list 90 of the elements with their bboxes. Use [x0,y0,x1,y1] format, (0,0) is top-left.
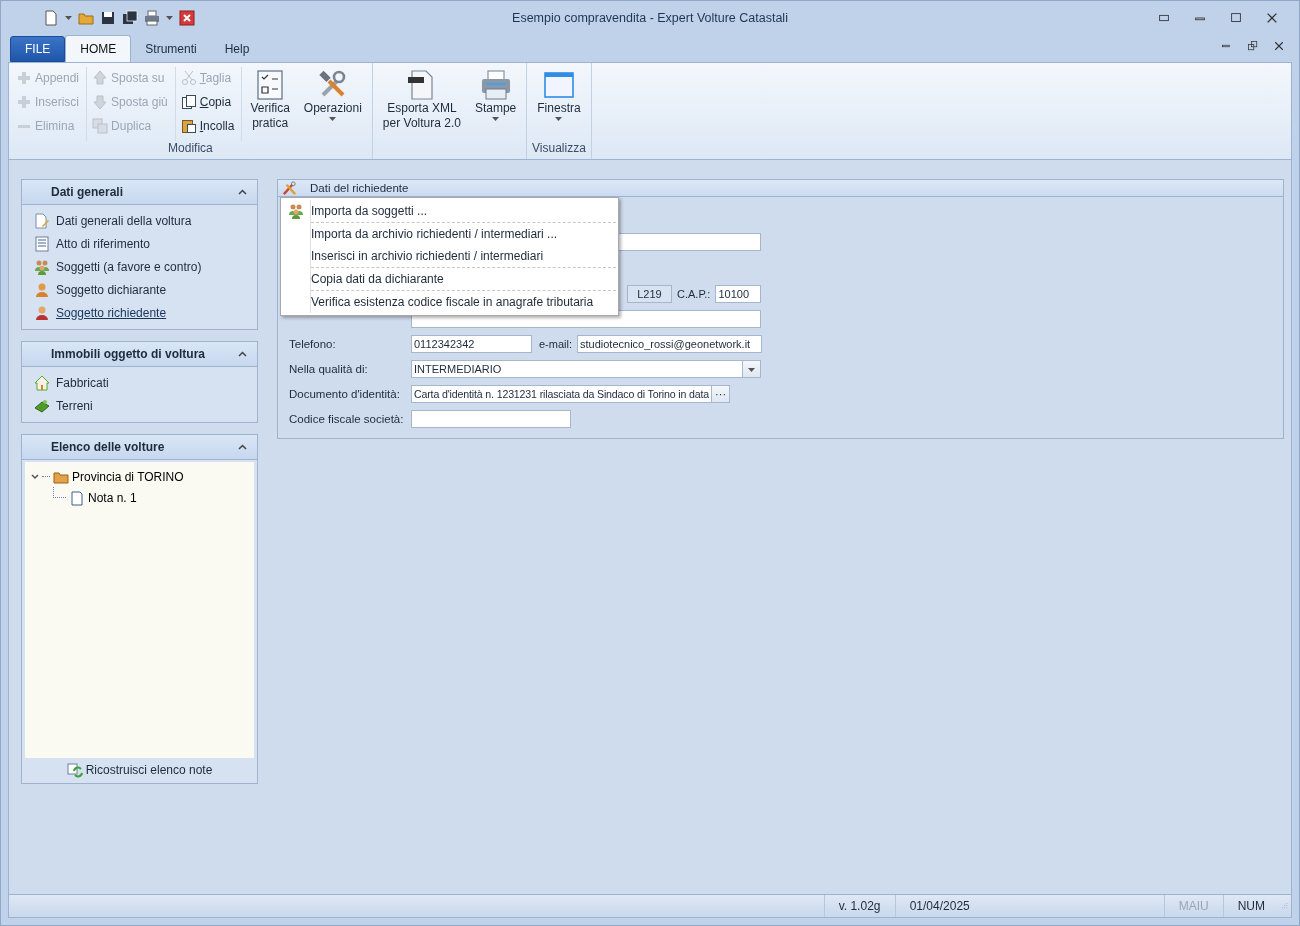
chevron-icon[interactable] [238,351,247,357]
tools-icon [281,180,298,196]
panel-header[interactable]: Dati generali [22,180,257,205]
menu-item[interactable]: Copia dati da dichiarante [281,268,618,290]
window-icon [542,69,575,101]
dropdown-arrow-icon [65,16,72,20]
input-field[interactable] [411,410,571,428]
status-text: 01/04/2025 [894,895,1004,917]
chevron-icon[interactable] [238,189,247,195]
land-icon [34,398,50,414]
save-all-icon [122,9,138,26]
status-text: NUM [1222,895,1279,917]
group-label: Modifica [167,141,214,157]
panel-header[interactable]: Elenco delle volture [22,435,257,460]
field-label: e-mail: [539,338,572,350]
new-file-icon [43,9,59,26]
duplicate-icon [92,118,109,134]
plus-icon [16,70,32,86]
document-icon [34,236,50,252]
ribbon-large-button[interactable]: Verifica pratica [244,67,296,141]
ribbon-tab[interactable]: Help [210,36,264,62]
paste-icon [180,118,197,134]
expander-icon[interactable] [31,473,39,480]
dropdown-arrow-icon [166,16,173,20]
status-text: MAIU [1163,895,1223,917]
person-icon [34,282,50,298]
plus-icon [16,94,32,110]
code-box: L219 [627,285,672,303]
field-label: Codice fiscale società: [289,413,405,425]
input-field[interactable]: Carta d'identità n. 1231231 rilasciata da Sindaco di Torino in data ··· [411,385,731,403]
maximize-icon [1229,10,1243,25]
rebuild-button[interactable]: Ricostruisci elenco note [66,759,213,781]
save-icon [100,9,116,26]
dropdown-arrow-icon [492,117,500,121]
ribbon-button[interactable]: Copia [177,91,238,113]
close-icon [179,9,195,26]
scissors-icon [180,70,197,86]
input-field[interactable]: 0112342342 [411,335,532,353]
sidebar-link[interactable]: Soggetti (a favore e contro) [34,258,257,276]
close-icon [1273,40,1285,52]
ribbon-large-button[interactable]: Finestra [531,67,587,141]
dropdown-arrow-icon [329,117,337,121]
field-label: Telefono: [289,338,337,350]
person-icon [34,305,50,321]
chevron-icon[interactable] [238,444,247,450]
ribbon-tab[interactable]: HOME [65,35,132,62]
sidebar-link[interactable]: Terreni [34,397,257,415]
input-field[interactable]: 10100 [715,285,762,303]
group-label: Visualizza [531,141,587,157]
tree-node[interactable]: Provincia di TORINO [31,466,254,487]
field-label: C.A.P.: [677,288,711,300]
field-label: Nella qualità di: [289,363,369,375]
ribbon-large-button[interactable]: Esporta XML per Voltura 2.0 [376,67,467,159]
sidebar-link[interactable]: Dati generali della voltura [34,212,257,230]
sidebar-link[interactable]: Fabbricati [34,374,257,392]
arrow-down-icon [92,94,109,110]
dropdown-arrow-icon [555,117,563,121]
document-edit-icon [34,213,50,229]
browse-button[interactable]: ··· [711,386,730,402]
people-icon [34,259,50,275]
panel-title: Dati del richiedente [310,182,409,194]
field-label: Documento d'identità: [289,388,401,400]
ribbon-large-button[interactable]: Operazioni [297,67,368,141]
input-field[interactable]: studiotecnico_rossi@geonetwork.it [577,335,762,353]
dropdown-field[interactable]: INTERMEDIARIO [411,360,761,378]
sidebar-link[interactable]: Soggetto richiedente [34,304,257,322]
menu-item[interactable]: Verifica esistenza codice fiscale in anagrafe tributaria [281,291,618,313]
ribbon-tab[interactable]: Strumenti [131,36,211,62]
arrow-up-icon [92,70,109,86]
panel-header[interactable]: Immobili oggetto di voltura [22,342,257,367]
status-text: v. 1.02g [823,895,895,917]
ribbon-tab[interactable]: FILE [10,36,66,62]
print-icon [144,9,160,26]
printer-icon [479,69,512,101]
house-icon [34,375,50,391]
window-title: Esempio compravendita - Expert Volture Catastali [512,10,788,25]
ribbon-large-button[interactable]: Stampe [468,67,523,159]
sidebar-link[interactable]: Atto di riferimento [34,235,257,253]
sidebar-link[interactable]: Soggetto dichiarante [34,281,257,299]
menu-item[interactable]: Inserisci in archivio richiedenti / intermediari [281,245,618,267]
menu-item[interactable]: Importa da archivio richiedenti / intermediari ... [281,223,618,245]
tree-node[interactable]: Nota n. 1 [31,487,254,508]
ribbon-button[interactable]: Incolla [177,115,238,137]
note-icon [69,489,85,506]
dropdown-arrow-icon [748,367,755,372]
restore-icon [1247,40,1259,52]
people-icon [288,203,304,219]
refresh-icon [66,762,83,778]
menu-item[interactable]: Importa da soggetti ... [281,200,618,222]
copy-icon [180,94,197,110]
